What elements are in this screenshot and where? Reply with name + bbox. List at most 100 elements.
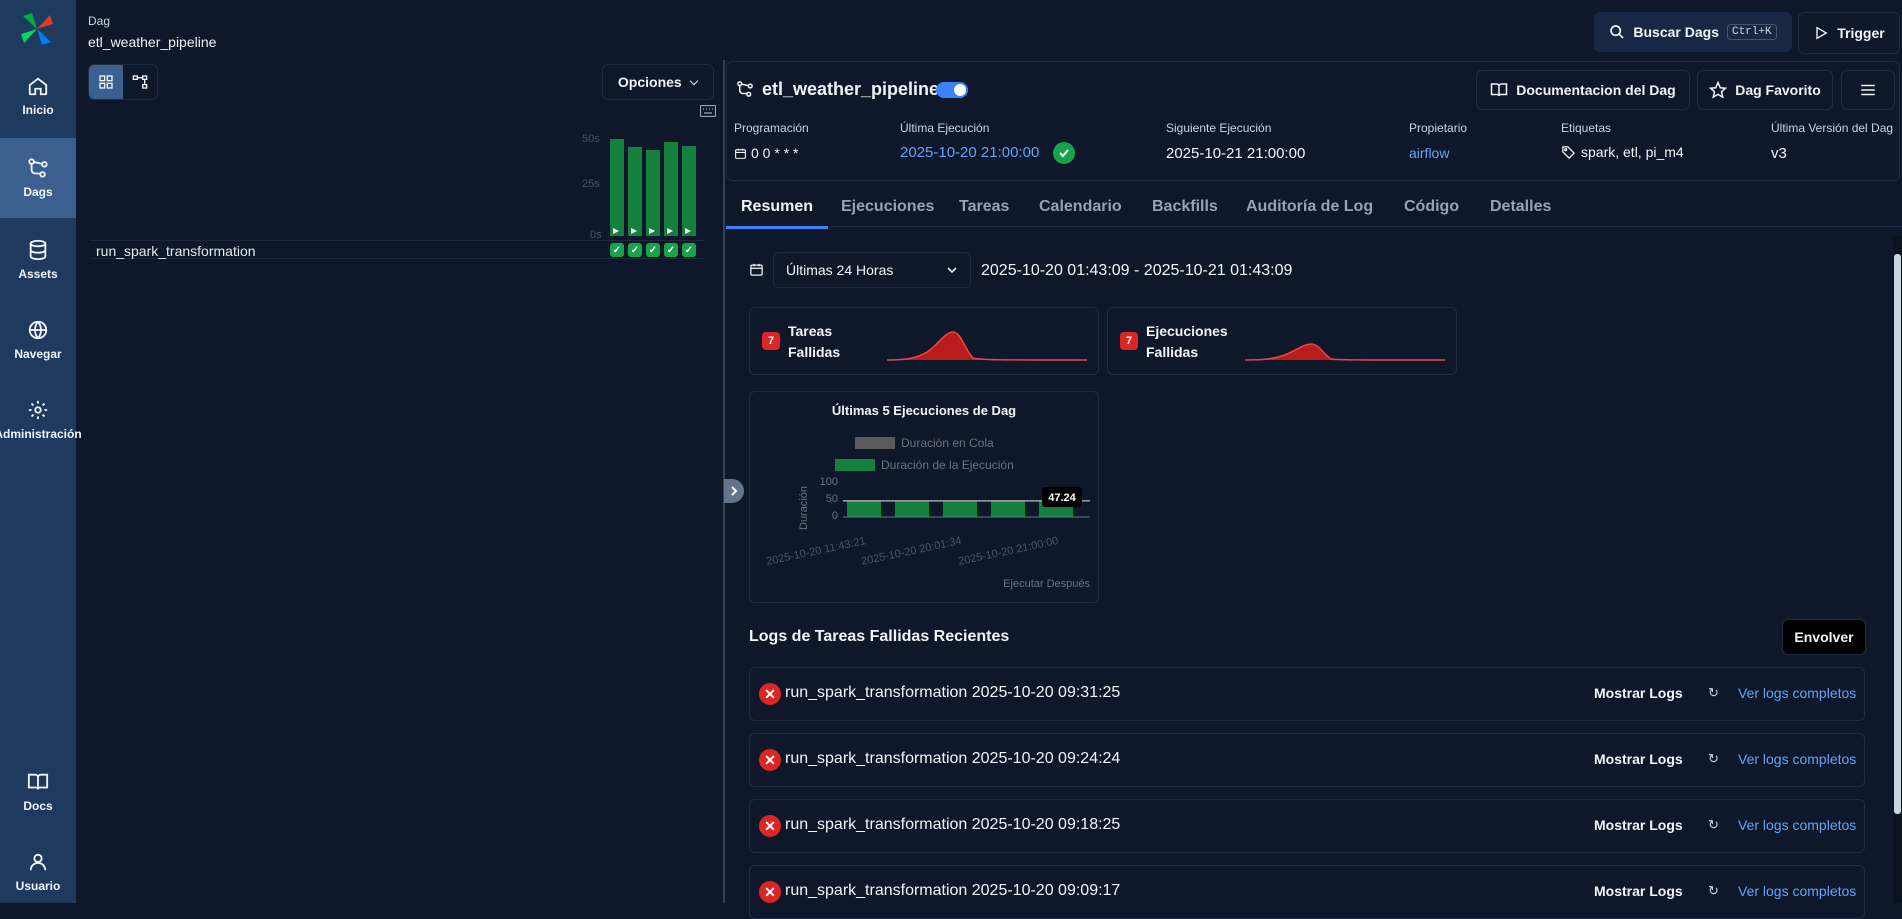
tab-tasks[interactable]: Tareas (959, 188, 1009, 226)
failed-log-row: ✕ run_spark_transformation 2025-10-20 09:… (749, 865, 1865, 919)
database-icon (29, 239, 47, 261)
dags-icon (28, 158, 48, 178)
tab-code[interactable]: Código (1404, 188, 1459, 226)
nav-assets[interactable]: Assets (0, 220, 76, 300)
tab-audit-log[interactable]: Auditoría de Log (1246, 188, 1373, 226)
failed-log-row: ✕ run_spark_transformation 2025-10-20 09:… (749, 667, 1865, 721)
run-bar[interactable] (682, 146, 696, 236)
version-value: v3 (1771, 145, 1787, 162)
nav-user[interactable]: Usuario (0, 832, 76, 912)
show-logs-button[interactable]: Mostrar Logs (1594, 883, 1683, 899)
error-icon: ✕ (759, 749, 781, 771)
chevron-down-icon (947, 267, 957, 274)
last-run-value[interactable]: 2025-10-20 21:00:00 (900, 144, 1039, 161)
search-dags-button[interactable]: Buscar Dags Ctrl+K (1594, 12, 1792, 52)
success-icon (1053, 142, 1075, 164)
failed-tasks-card[interactable]: 7 Tareas Fallidas (749, 307, 1099, 375)
dag-icon (736, 80, 754, 101)
dag-docs-label: Documentacion del Dag (1516, 82, 1676, 98)
range-select-value: Últimas 24 Horas (786, 262, 894, 278)
dag-docs-button[interactable]: Documentacion del Dag (1476, 70, 1690, 110)
dag-title: etl_weather_pipeline (762, 79, 940, 99)
airflow-logo[interactable] (18, 10, 56, 48)
full-logs-link[interactable]: Ver logs completos (1738, 817, 1856, 833)
error-icon: ✕ (759, 683, 781, 705)
breadcrumb-dag[interactable]: etl_weather_pipeline (88, 34, 216, 50)
task-status-success-icon[interactable]: ✓ (610, 243, 624, 257)
show-logs-button[interactable]: Mostrar Logs (1594, 685, 1683, 701)
nav-label: Navegar (14, 347, 62, 361)
collapse-toggle[interactable] (724, 479, 744, 503)
range-text: 2025-10-20 01:43:09 - 2025-10-21 01:43:0… (981, 262, 1293, 279)
full-logs-link[interactable]: Ver logs completos (1738, 751, 1856, 767)
keyboard-icon[interactable] (699, 104, 717, 120)
menu-button[interactable] (1841, 70, 1895, 110)
chart-bar[interactable] (847, 500, 881, 517)
chart-bar[interactable] (991, 500, 1025, 517)
refresh-icon[interactable]: ↻ (1708, 883, 1719, 899)
task-status-success-icon[interactable]: ✓ (664, 243, 678, 257)
failed-tasks-sparkline (887, 331, 1087, 361)
refresh-icon[interactable]: ↻ (1708, 751, 1719, 767)
dag-pause-toggle[interactable] (936, 82, 968, 98)
nav-home[interactable]: Inicio (0, 56, 76, 136)
grid-view-button[interactable] (89, 65, 123, 99)
tab-calendar[interactable]: Calendario (1039, 188, 1122, 226)
play-icon (1816, 26, 1828, 40)
tab-details[interactable]: Detalles (1490, 188, 1551, 226)
failed-runs-card[interactable]: 7 Ejecuciones Fallidas (1107, 307, 1457, 375)
scrollbar-thumb[interactable] (1894, 254, 1901, 814)
calendar-icon (735, 148, 746, 159)
dag-favorite-button[interactable]: Dag Favorito (1697, 70, 1833, 110)
nav-dags[interactable]: Dags (0, 138, 76, 218)
legend-swatch-run (835, 459, 875, 471)
nav-docs[interactable]: Docs (0, 752, 76, 832)
nav-label: Administración (0, 427, 82, 441)
chart-bar[interactable] (895, 501, 929, 517)
show-logs-button[interactable]: Mostrar Logs (1594, 751, 1683, 767)
schedule-label: Programación (734, 121, 809, 135)
task-status-success-icon[interactable]: ✓ (682, 243, 696, 257)
chevron-down-icon: ⌵ (689, 75, 699, 88)
sidebar: Inicio Dags Assets Navegar Administració… (0, 0, 82, 903)
task-status-success-icon[interactable]: ✓ (646, 243, 660, 257)
nav-admin[interactable]: Administración (0, 380, 82, 460)
tab-backfills[interactable]: Backfills (1152, 188, 1218, 226)
nav-browse[interactable]: Navegar (0, 300, 76, 380)
full-logs-link[interactable]: Ver logs completos (1738, 883, 1856, 899)
calendar-icon (749, 262, 764, 280)
task-name[interactable]: run_spark_transformation (96, 243, 256, 259)
graph-view-button[interactable] (123, 65, 157, 99)
play-icon (649, 228, 655, 234)
tab-summary[interactable]: Resumen (726, 188, 829, 229)
nav-label: Dags (23, 185, 53, 199)
play-icon (613, 228, 619, 234)
schedule-value: 0 0 * * * (734, 145, 798, 161)
run-bar[interactable] (664, 142, 678, 236)
options-button[interactable]: Opciones ⌵ (602, 64, 714, 100)
grid-icon (99, 75, 113, 89)
book-icon (27, 773, 49, 790)
wrap-button[interactable]: Envolver (1782, 619, 1866, 655)
search-label: Buscar Dags (1633, 24, 1719, 40)
schedule-text: 0 0 * * * (751, 145, 799, 161)
owner-value[interactable]: airflow (1409, 145, 1449, 161)
refresh-icon[interactable]: ↻ (1708, 685, 1719, 701)
chart-bar[interactable] (943, 501, 977, 517)
refresh-icon[interactable]: ↻ (1708, 817, 1719, 833)
run-bar[interactable] (646, 150, 660, 236)
run-bar[interactable] (610, 139, 624, 236)
tab-runs[interactable]: Ejecuciones (841, 188, 934, 226)
run-bar[interactable] (628, 147, 642, 236)
tags-text: spark, etl, pi_m4 (1581, 144, 1684, 160)
failed-log-row: ✕ run_spark_transformation 2025-10-20 09:… (749, 733, 1865, 787)
show-logs-button[interactable]: Mostrar Logs (1594, 817, 1683, 833)
scrollbar-track[interactable] (1893, 236, 1902, 903)
trigger-button[interactable]: Trigger (1798, 12, 1900, 54)
run-bars (610, 136, 702, 240)
user-icon (29, 853, 47, 871)
next-run-label: Siguiente Ejecución (1166, 121, 1272, 135)
task-status-success-icon[interactable]: ✓ (628, 243, 642, 257)
range-select[interactable]: Últimas 24 Horas (773, 252, 971, 288)
full-logs-link[interactable]: Ver logs completos (1738, 685, 1856, 701)
